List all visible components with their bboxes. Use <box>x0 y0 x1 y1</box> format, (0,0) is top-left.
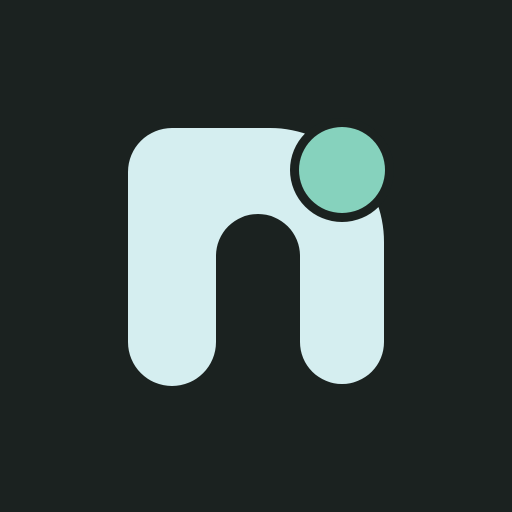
ni-logo-icon <box>0 0 512 512</box>
background <box>0 0 512 512</box>
dot-shape <box>299 127 385 213</box>
app-icon-canvas <box>0 0 512 512</box>
